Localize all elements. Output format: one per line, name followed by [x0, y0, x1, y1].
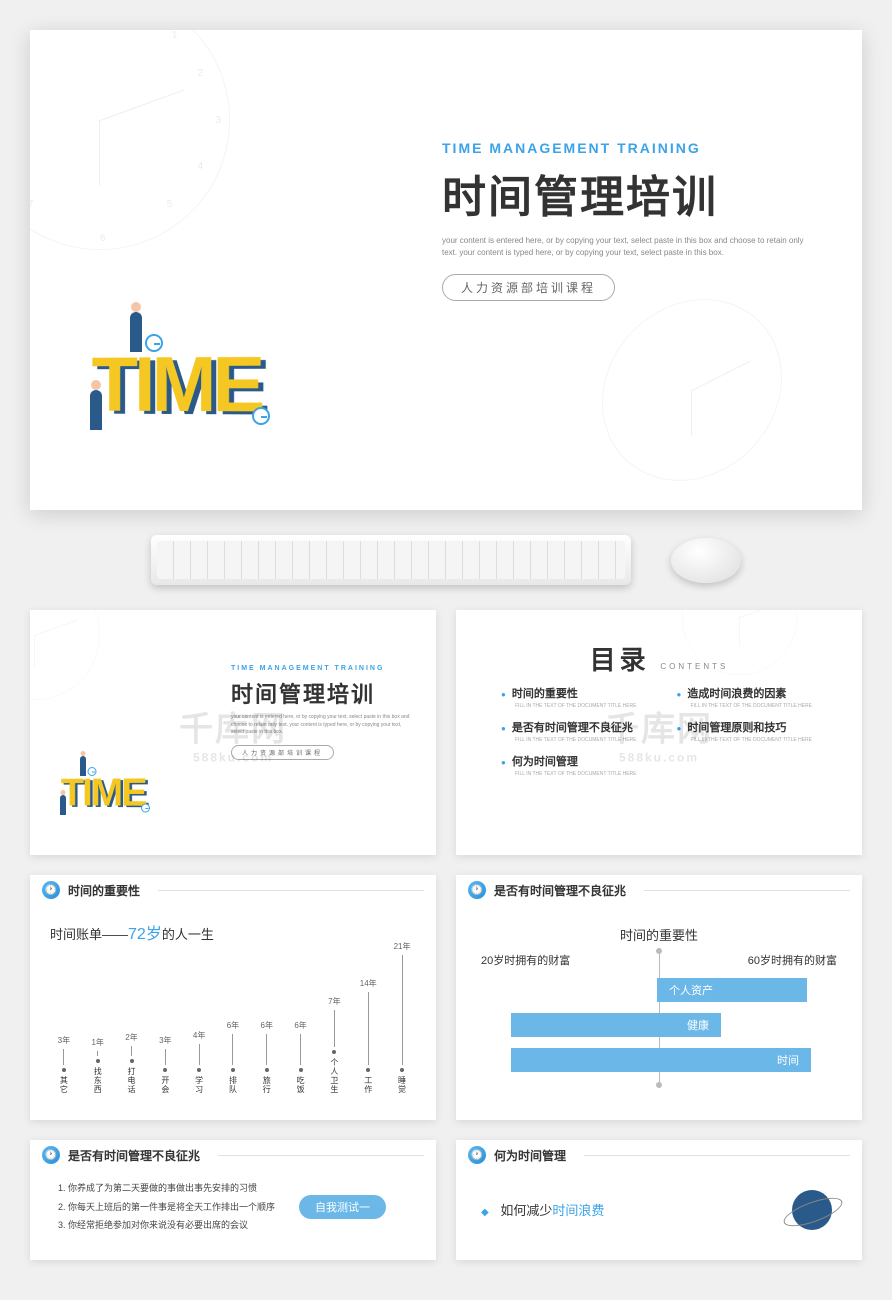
slide-body: 时间的重要性 20岁时拥有的财富 60岁时拥有的财富 个人资产 健康 时间: [456, 905, 862, 1108]
clock-icon: [252, 407, 270, 425]
header-text: 是否有时间管理不良征兆: [68, 1147, 200, 1164]
slide-thumb-importance[interactable]: 🕐 时间的重要性 时间账单——72岁的人一生 3年其它1年找东西2年打电话3年开…: [30, 875, 436, 1120]
toc-title: 目录 CONTENTS: [456, 640, 862, 677]
slide-thumb-what-is[interactable]: 🕐 何为时间管理 如何减少时间浪费: [456, 1140, 862, 1260]
arrow-diagram: 个人资产 健康 时间: [481, 978, 837, 1098]
bullet-line: 如何减少时间浪费: [481, 1200, 837, 1219]
bar-item: 1年找东西: [84, 1037, 112, 1094]
thumb-header: 🕐 何为时间管理: [456, 1140, 862, 1170]
list-item: 你经常拒绝参加对你来说没有必要出席的会议: [68, 1219, 416, 1232]
bar-item: 6年旅行: [253, 1020, 281, 1094]
toc-item: 造成时间浪费的因素FILL IN THE TEXT OF THE DOCUMEN…: [677, 685, 833, 709]
main-slide: 12 6 3 1 2 4 5 7 8 TIME TIME MANAGEMENT …: [30, 30, 862, 510]
clock-bg-icon: 12 6 3 1 2 4 5 7 8: [30, 30, 230, 250]
self-test-badge: 自我测试一: [299, 1195, 386, 1219]
toc-item: 是否有时间管理不良征兆FILL IN THE TEXT OF THE DOCUM…: [501, 719, 657, 743]
peripherals: [30, 535, 862, 585]
clock-icon: 🕐: [468, 1146, 486, 1164]
bar-item: 6年排队: [219, 1020, 247, 1094]
slide-thumb-signs[interactable]: 🕐 是否有时间管理不良征兆 时间的重要性 20岁时拥有的财富 60岁时拥有的财富…: [456, 875, 862, 1120]
list-item: 你养成了为第二天要做的事做出事先安排的习惯: [68, 1182, 416, 1195]
description: your content is entered here, or by copy…: [231, 714, 411, 737]
time-illustration: TIME: [90, 339, 260, 430]
time-3d-text: TIME: [61, 769, 146, 815]
toc-item: 何为时间管理FILL IN THE TEXT OF THE DOCUMENT T…: [501, 753, 657, 777]
arrow-health: 健康: [511, 1013, 721, 1037]
main-content: TIME MANAGEMENT TRAINING 时间管理培训 your con…: [231, 665, 411, 760]
toc-item: 时间的重要性FILL IN THE TEXT OF THE DOCUMENT T…: [501, 685, 657, 709]
thumb-header: 🕐 时间的重要性: [30, 875, 436, 905]
toc-item: 时间管理原则和技巧FILL IN THE TEXT OF THE DOCUMEN…: [677, 719, 833, 743]
thumbnail-grid: TIME TIME MANAGEMENT TRAINING 时间管理培训 you…: [15, 610, 877, 1260]
title-cn: 时间管理培训: [442, 161, 812, 225]
header-text: 是否有时间管理不良征兆: [494, 882, 626, 899]
subtitle-en: TIME MANAGEMENT TRAINING: [231, 665, 411, 672]
person-icon: [130, 312, 142, 352]
header-text: 何为时间管理: [494, 1147, 566, 1164]
clock-icon: [88, 767, 97, 776]
time-illustration: TIME: [60, 770, 145, 816]
clock-bg-icon: [30, 610, 100, 700]
slide-thumb-selftest[interactable]: 🕐 是否有时间管理不良征兆 自我测试一 你养成了为第二天要做的事做出事先安排的习…: [30, 1140, 436, 1260]
arrow-time: 时间: [511, 1048, 811, 1072]
clock-icon: 🕐: [42, 881, 60, 899]
time-3d-text: TIME: [92, 338, 262, 430]
planet-icon: [792, 1190, 832, 1230]
clock-icon: 🕐: [42, 1146, 60, 1164]
description: your content is entered here, or by copy…: [442, 235, 812, 259]
bar-item: 21年睡觉: [388, 941, 416, 1094]
slide-thumb-cover[interactable]: TIME TIME MANAGEMENT TRAINING 时间管理培训 you…: [30, 610, 436, 855]
chart-title: 时间账单——72岁的人一生: [50, 920, 416, 944]
clock-icon: 🕐: [468, 881, 486, 899]
person-icon: [80, 756, 86, 776]
bar-item: 7年个人卫生: [321, 996, 349, 1094]
toc-list: 时间的重要性FILL IN THE TEXT OF THE DOCUMENT T…: [501, 685, 832, 779]
slide-thumb-toc[interactable]: 目录 CONTENTS 时间的重要性FILL IN THE TEXT OF TH…: [456, 610, 862, 855]
slide-body: 时间账单——72岁的人一生 3年其它1年找东西2年打电话3年开会4年学习6年排队…: [30, 905, 436, 1109]
subtitle-en: TIME MANAGEMENT TRAINING: [442, 140, 812, 156]
subtitle: 时间的重要性: [481, 925, 837, 944]
person-icon: [90, 390, 102, 430]
bar-chart: 3年其它1年找东西2年打电话3年开会4年学习6年排队6年旅行6年吃饭7年个人卫生…: [50, 954, 416, 1094]
bar-item: 3年其它: [50, 1035, 78, 1094]
header-text: 时间的重要性: [68, 882, 140, 899]
course-badge: 人力资源部培训课程: [442, 274, 615, 301]
thumb-header: 🕐 是否有时间管理不良征兆: [30, 1140, 436, 1170]
bar-item: 14年工作: [354, 978, 382, 1094]
bar-item: 4年学习: [185, 1030, 213, 1094]
bar-item: 2年打电话: [118, 1032, 146, 1094]
keyboard-icon: [151, 535, 631, 585]
mouse-icon: [671, 538, 741, 583]
person-icon: [60, 795, 66, 815]
arrow-assets: 个人资产: [657, 978, 807, 1002]
clock-icon: [145, 334, 163, 352]
bar-item: 6年吃饭: [287, 1020, 315, 1094]
clock-bg-icon: [602, 287, 782, 492]
main-content: TIME MANAGEMENT TRAINING 时间管理培训 your con…: [442, 140, 812, 301]
title-cn: 时间管理培训: [231, 677, 411, 709]
thumb-header: 🕐 是否有时间管理不良征兆: [456, 875, 862, 905]
bar-item: 3年开会: [151, 1035, 179, 1094]
course-badge: 人力资源部培训课程: [231, 745, 334, 760]
clock-icon: [141, 804, 150, 813]
